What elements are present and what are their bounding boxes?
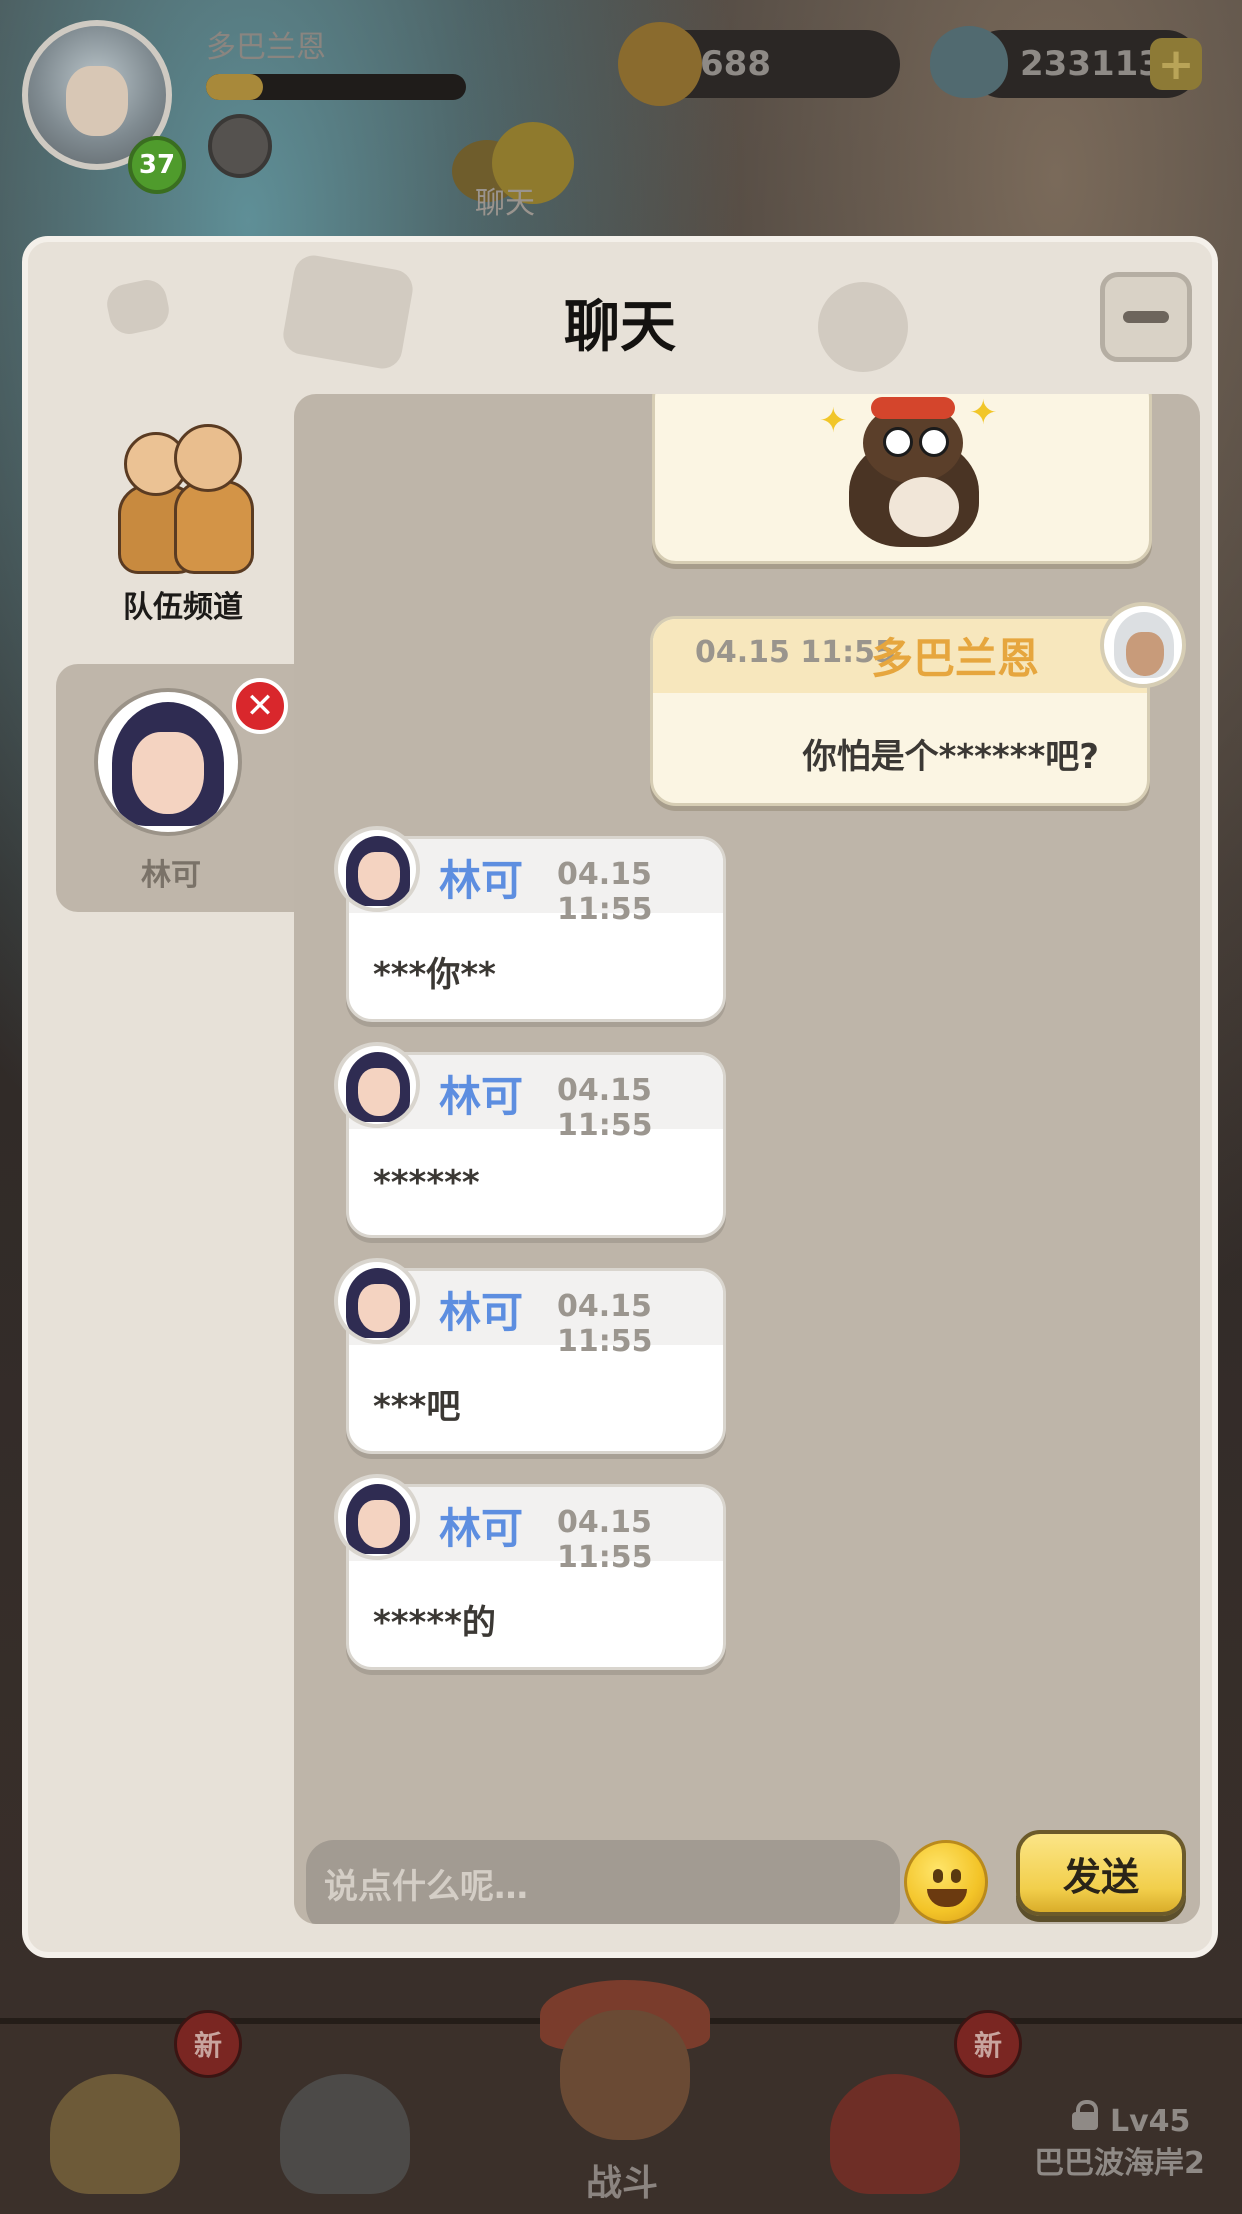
- gem-value: 233113: [1020, 44, 1162, 84]
- xp-bar: [206, 74, 466, 100]
- nav-item-pet[interactable]: [810, 2034, 980, 2204]
- lock-level: Lv45: [1110, 2104, 1191, 2139]
- message-time: 04.15 11:55: [557, 1289, 653, 1359]
- new-badge: 新: [174, 2010, 242, 2078]
- chat-panel: 聊天 队伍频道 ✕ 林可 ✦ ✦ 04.15 11:55 多巴兰恩 你怕是个**…: [22, 236, 1218, 1958]
- message-text: ***吧: [373, 1387, 461, 1427]
- message-time: 04.15 11:55: [557, 857, 653, 927]
- team-channel-label: 队伍频道: [123, 590, 243, 625]
- chip-icon[interactable]: [208, 114, 272, 178]
- gold-value: 688: [700, 44, 771, 84]
- message-text: ******: [373, 1163, 480, 1203]
- contact-avatar: [94, 688, 242, 836]
- list-item: 林可 04.15 11:55 ***吧: [294, 1258, 726, 1462]
- message-text: *****的: [373, 1603, 496, 1643]
- gold-shell-icon: [618, 22, 702, 106]
- message-sender: 林可: [439, 1504, 524, 1553]
- list-item: 林可 04.15 11:55 ******: [294, 1042, 726, 1246]
- contact-name: 林可: [141, 858, 201, 893]
- page-title: 聊天: [564, 295, 676, 360]
- lock-icon: [1072, 2100, 1098, 2130]
- message-time: 04.15 11:55: [695, 635, 896, 670]
- my-message: 04.15 11:55 多巴兰恩 你怕是个******吧?: [650, 616, 1150, 806]
- chat-input[interactable]: [306, 1840, 900, 1924]
- emoji-icon[interactable]: [904, 1840, 988, 1924]
- player-level-badge: 37: [128, 136, 186, 194]
- message-sender: 林可: [439, 856, 524, 905]
- sticker-message: ✦ ✦: [652, 394, 1152, 564]
- message-list[interactable]: ✦ ✦ 04.15 11:55 多巴兰恩 你怕是个******吧? 林可 04.…: [294, 394, 1200, 1924]
- battle-label[interactable]: 战斗: [586, 2154, 658, 2206]
- area-name: 巴巴波海岸2: [1034, 2146, 1205, 2181]
- add-currency-button[interactable]: +: [1150, 38, 1202, 90]
- close-icon[interactable]: ✕: [232, 678, 288, 734]
- list-item: 林可 04.15 11:55 ***你**: [294, 826, 726, 1030]
- sender-avatar[interactable]: [334, 826, 420, 912]
- message-sender: 多巴兰恩: [871, 634, 1040, 683]
- top-bar: 37 多巴兰恩 聊天 688 233113 +: [0, 0, 1242, 221]
- player-name: 多巴兰恩: [206, 30, 326, 65]
- message-text: 你怕是个******吧?: [802, 737, 1099, 777]
- sender-avatar[interactable]: [334, 1042, 420, 1128]
- message-text: ***你**: [373, 955, 496, 995]
- list-item: 林可 04.15 11:55 *****的: [294, 1474, 726, 1678]
- dinosaur-sticker-icon: ✦ ✦: [819, 394, 999, 547]
- channel-team[interactable]: 队伍频道: [58, 412, 308, 652]
- minus-icon: [1123, 311, 1169, 323]
- nav-item-hero[interactable]: [260, 2034, 430, 2204]
- gem-shell-icon: [930, 26, 1008, 98]
- sender-avatar[interactable]: [334, 1258, 420, 1344]
- message-sender: 林可: [439, 1288, 524, 1337]
- chat-shortcut-label: 聊天: [475, 186, 535, 221]
- xp-bar-fill: [206, 74, 264, 100]
- minimize-button[interactable]: [1100, 272, 1192, 362]
- my-avatar[interactable]: [1100, 602, 1186, 688]
- message-time: 04.15 11:55: [557, 1073, 653, 1143]
- message-sender: 林可: [439, 1072, 524, 1121]
- message-time: 04.15 11:55: [557, 1505, 653, 1575]
- sender-avatar[interactable]: [334, 1474, 420, 1560]
- nav-item-caveman[interactable]: [30, 2034, 200, 2204]
- new-badge: 新: [954, 2010, 1022, 2078]
- team-channel-icon: [118, 422, 254, 574]
- send-button[interactable]: 发送: [1016, 1830, 1186, 1916]
- battle-mask-icon[interactable]: [520, 1970, 730, 2150]
- contact-item-selected[interactable]: ✕ 林可: [56, 664, 308, 912]
